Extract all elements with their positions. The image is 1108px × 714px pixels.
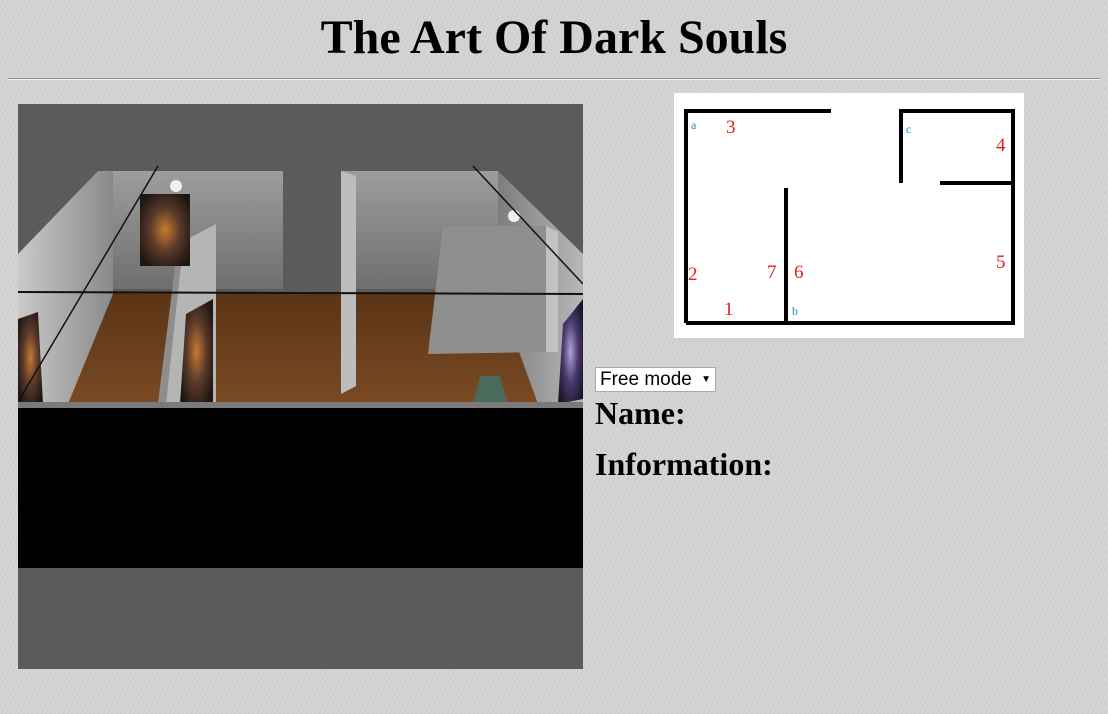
mode-select-value: Free mode	[600, 369, 692, 390]
title-divider	[8, 78, 1100, 80]
painting-number-4: 4	[996, 135, 1006, 156]
information-label: Information:	[595, 446, 773, 482]
floor-plan: a b c 1 2 3 4 5 6 7	[684, 109, 1015, 325]
painting-number-6: 6	[794, 262, 804, 283]
room-label-a: a	[691, 118, 697, 132]
room-label-b: b	[792, 304, 798, 318]
room-label-c: c	[906, 122, 911, 136]
painting-number-2: 2	[688, 264, 698, 285]
painting-number-5: 5	[996, 252, 1006, 273]
mode-select[interactable]: Free mode ▼	[595, 367, 716, 392]
gallery-3d-viewport[interactable]	[18, 104, 583, 669]
page-title: The Art Of Dark Souls	[320, 11, 788, 64]
floor-plan-walls	[684, 109, 1015, 325]
painting-number-3: 3	[726, 117, 736, 138]
floor-plan-map: a b c 1 2 3 4 5 6 7	[674, 93, 1024, 338]
gallery-scene	[18, 165, 583, 568]
name-label: Name:	[595, 395, 686, 431]
dropdown-arrow-icon: ▼	[701, 374, 711, 385]
painting-number-1: 1	[724, 299, 734, 320]
painting-number-7: 7	[767, 262, 777, 283]
